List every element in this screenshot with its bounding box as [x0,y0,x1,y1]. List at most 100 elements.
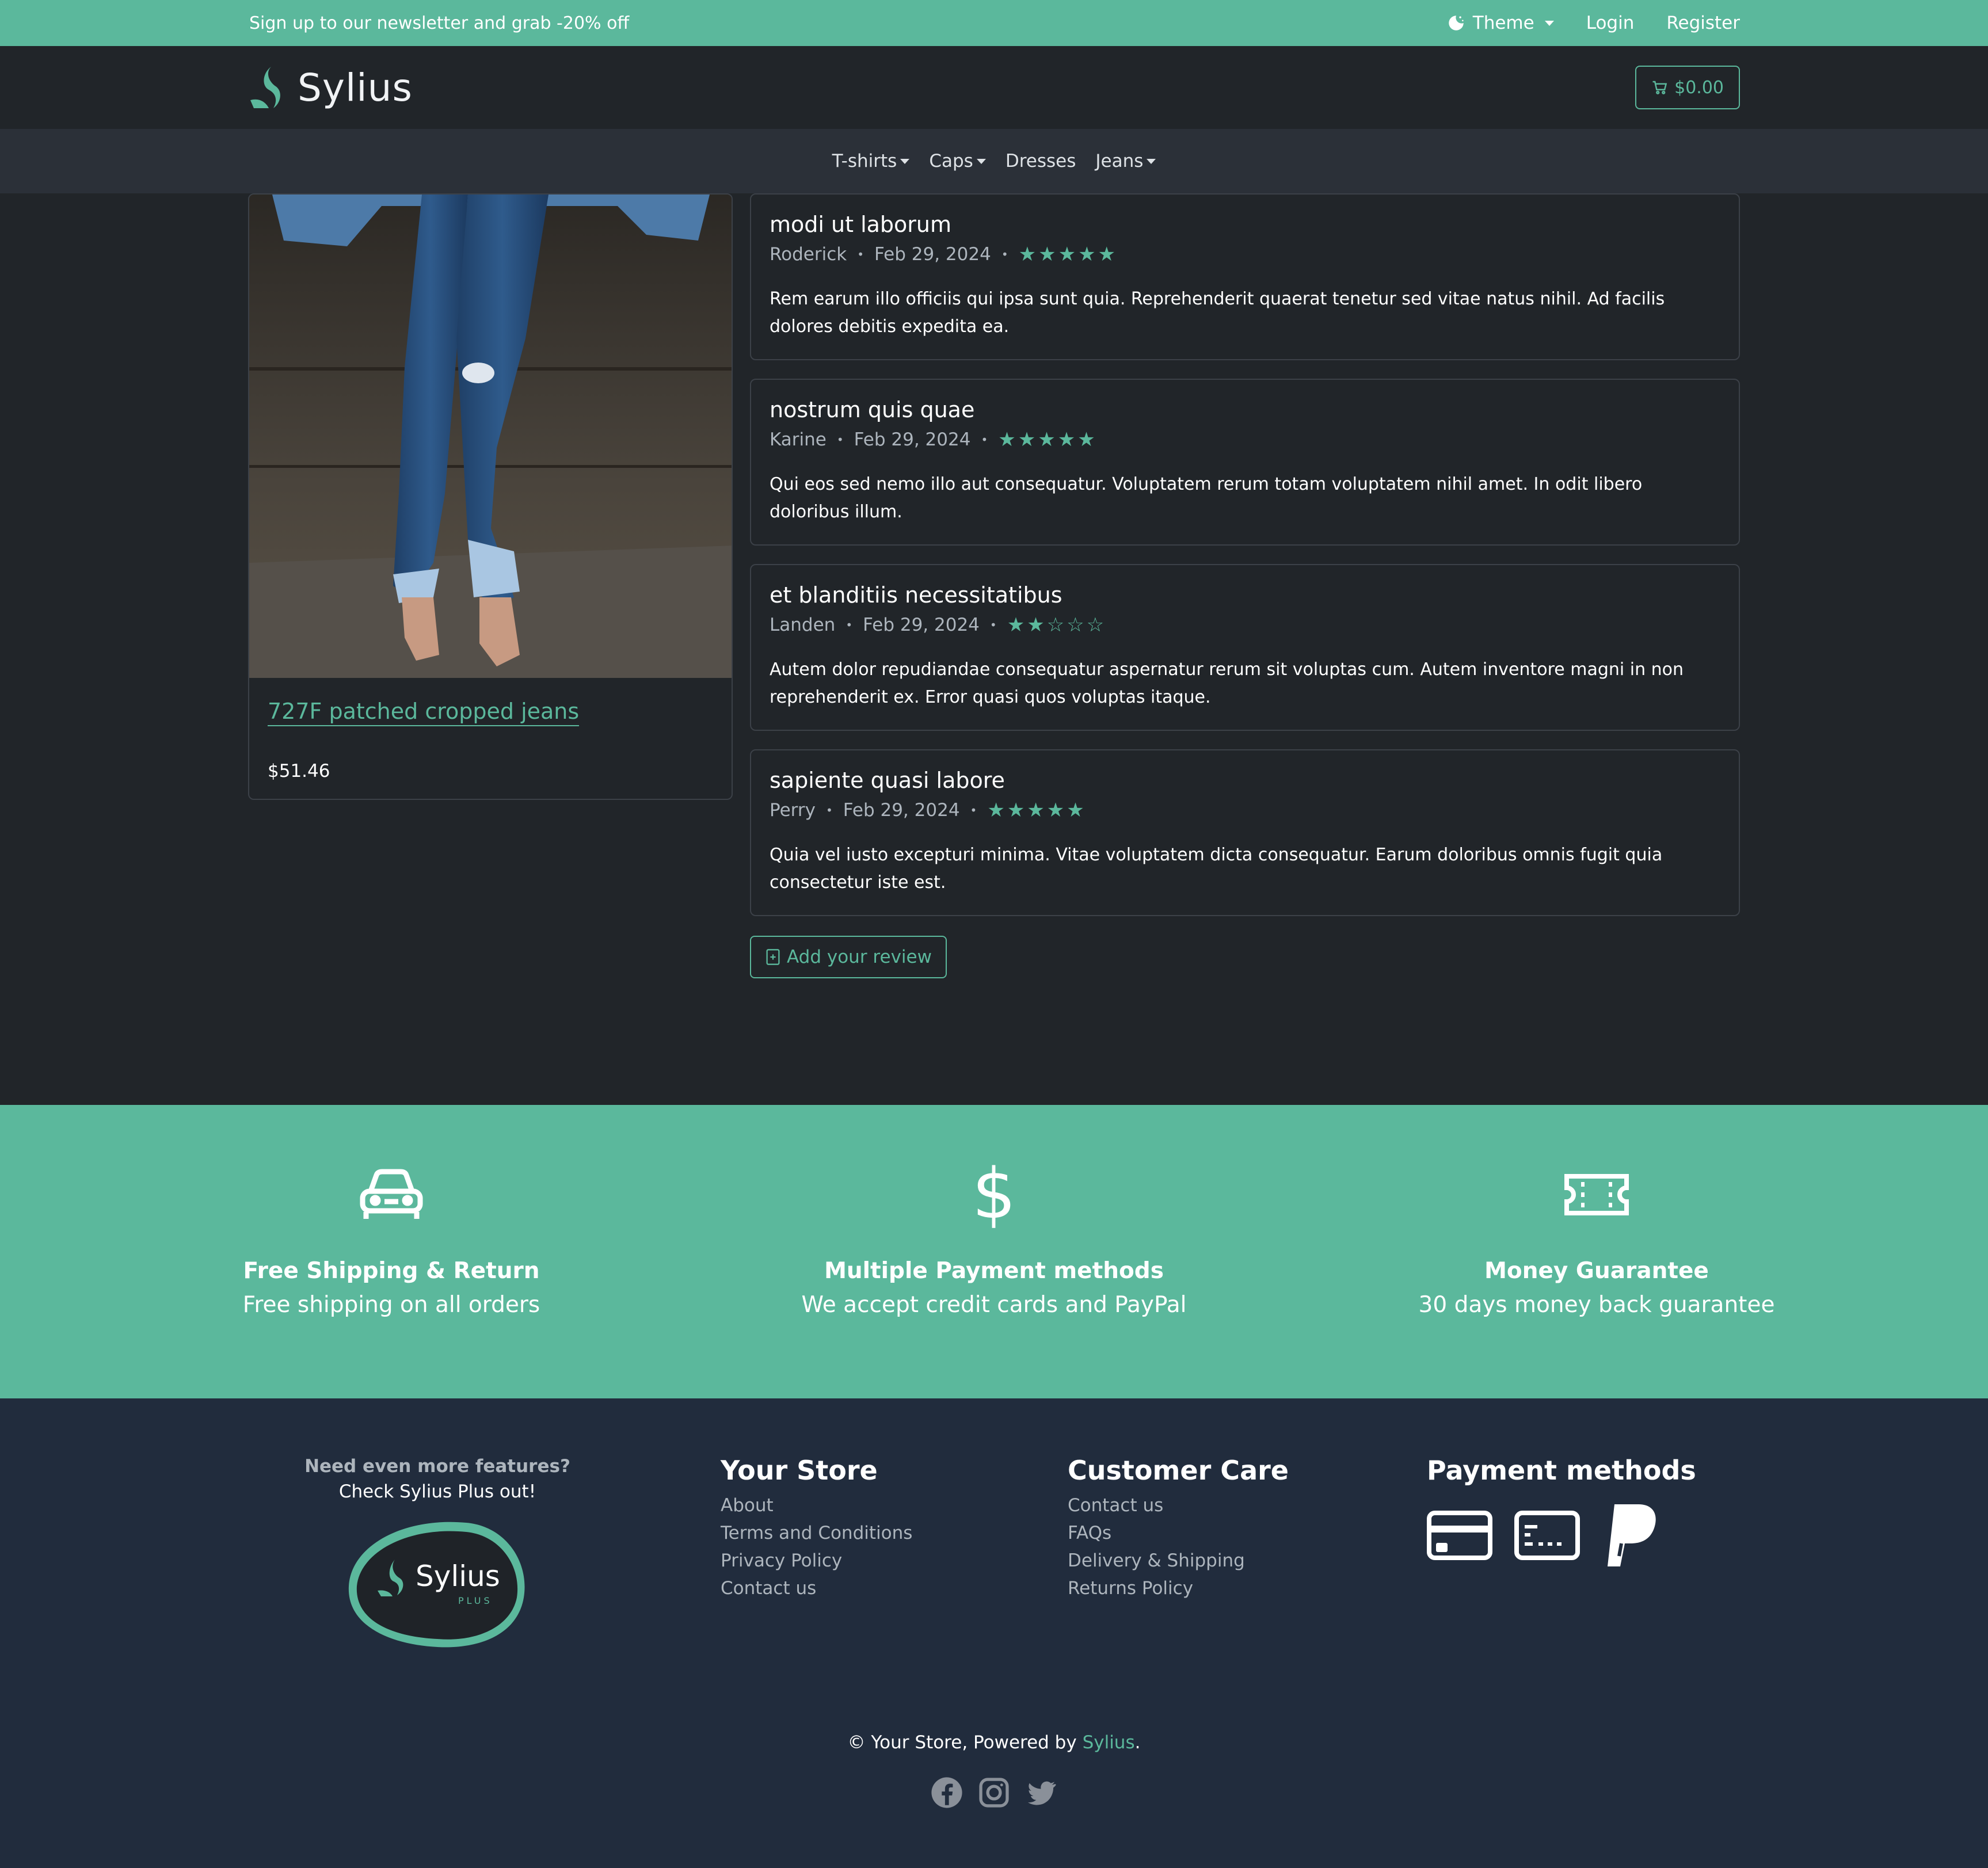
add-review-label: Add your review [787,947,932,967]
separator-dot: • [1001,247,1008,261]
footer-link-about[interactable]: About [721,1492,912,1519]
star-filled-icon: ★ [1018,243,1037,266]
star-filled-icon: ★ [1007,799,1025,822]
plus-need-text: Need even more features? [304,1456,570,1477]
plus-logo-text: Sylius [416,1560,500,1593]
footer-your-store: Your Store About Terms and Conditions Pr… [721,1455,912,1602]
facebook-icon[interactable] [930,1776,963,1809]
review-date: Feb 29, 2024 [843,800,960,821]
jeans-photo [249,195,732,678]
nav-item-caps[interactable]: Caps [929,151,986,171]
paypal-icon [1608,1504,1656,1566]
star-filled-icon: ★ [1007,613,1025,636]
review-title: sapiente quasi labore [770,768,1005,793]
footer-link-delivery[interactable]: Delivery & Shipping [1068,1547,1289,1575]
product-card: 727F patched cropped jeans $51.46 [248,193,733,800]
cart-button[interactable]: $0.00 [1635,66,1740,109]
plus-logo-sub: PLUS [458,1595,493,1606]
ticket-icon [1564,1174,1629,1215]
top-bar: Sign up to our newsletter and grab -20% … [0,0,1988,46]
review-date: Feb 29, 2024 [874,244,991,265]
separator-dot: • [836,433,844,447]
chevron-down-icon [1147,158,1156,164]
star-filled-icon: ★ [1038,428,1056,451]
review-body: Qui eos sed nemo illo aut consequatur. V… [770,474,1643,522]
product-image[interactable] [249,195,732,678]
site-header: Sylius $0.00 [0,46,1988,129]
separator-dot: • [825,803,833,817]
review-date: Feb 29, 2024 [863,615,980,635]
star-empty-icon: ☆ [1046,613,1065,636]
footer-heading: Your Store [721,1455,878,1486]
sylius-logo-icon [250,67,280,108]
star-filled-icon: ★ [1027,799,1045,822]
nav-item-label: Caps [929,151,973,171]
site-footer: Need even more features? Check Sylius Pl… [0,1398,1988,1868]
main-nav: T-shirts Caps Dresses Jeans [0,129,1988,193]
main-content: 727F patched cropped jeans $51.46 modi u… [248,193,1740,1105]
moon-icon [1449,16,1464,31]
feature-title: Multiple Payment methods [824,1258,1164,1284]
footer-link-faqs[interactable]: FAQs [1068,1519,1289,1547]
review-card: sapiente quasi labore Perry • Feb 29, 202… [750,749,1740,916]
car-icon [360,1169,423,1219]
review-title: modi ut laborum [770,212,952,237]
star-rating: ★ ★ ★ ★ ★ [987,799,1084,822]
separator-dot: • [846,618,853,632]
footer-link-privacy[interactable]: Privacy Policy [721,1547,912,1575]
theme-dropdown[interactable]: Theme [1446,13,1554,33]
footer-link-contact[interactable]: Contact us [721,1575,912,1602]
social-links [0,1776,1988,1809]
nav-item-tshirts[interactable]: T-shirts [832,151,910,171]
features-band: Free Shipping & Return Free shipping on … [0,1105,1988,1398]
review-body: Autem dolor repudiandae consequatur aspe… [770,659,1684,707]
site-logo[interactable]: Sylius [248,64,413,110]
sylius-link[interactable]: Sylius [1083,1732,1135,1753]
star-rating: ★ ★ ★ ★ ★ [998,428,1095,451]
credit-card-icon [1427,1511,1492,1560]
feature-desc: 30 days money back guarantee [1418,1292,1775,1318]
star-empty-icon: ☆ [1086,613,1105,636]
star-empty-icon: ☆ [1067,613,1084,636]
star-filled-icon: ★ [987,799,1005,822]
star-filled-icon: ★ [1098,243,1116,266]
chevron-down-icon [976,158,986,164]
separator-dot: • [981,433,988,447]
newsletter-promo[interactable]: Sign up to our newsletter and grab -20% … [248,13,629,33]
add-document-icon [766,949,780,965]
dollar-icon: $ [972,1154,1016,1234]
instagram-icon[interactable] [977,1776,1011,1809]
chevron-down-icon [1544,20,1554,26]
feature-title: Free Shipping & Return [243,1258,540,1284]
separator-dot: • [857,247,864,261]
review-card: et blanditiis necessitatibus Landen • Feb… [750,564,1740,731]
product-price: $51.46 [268,761,330,781]
star-rating: ★ ★ ★ ★ ★ [1019,243,1115,266]
star-filled-icon: ★ [1078,243,1096,266]
plus-check-link[interactable]: Check Sylius Plus out! [299,1481,576,1502]
footer-link-contact[interactable]: Contact us [1068,1492,1289,1519]
review-author: Karine [770,429,827,450]
add-review-button[interactable]: Add your review [750,936,947,978]
separator-dot: • [970,803,977,817]
footer-link-returns[interactable]: Returns Policy [1068,1575,1289,1602]
footer-link-terms[interactable]: Terms and Conditions [721,1519,912,1547]
chevron-down-icon [900,158,910,164]
login-link[interactable]: Login [1586,13,1635,33]
star-filled-icon: ★ [1046,799,1065,822]
sylius-plus-logo[interactable]: Sylius PLUS [340,1511,535,1655]
star-filled-icon: ★ [1018,428,1036,451]
review-card: modi ut laborum Roderick • Feb 29, 2024 • … [750,193,1740,360]
twitter-icon[interactable] [1025,1776,1058,1809]
nav-item-dresses[interactable]: Dresses [1006,151,1076,171]
feature-shipping: Free Shipping & Return Free shipping on … [190,1105,593,1318]
sylius-plus-promo: Need even more features? Check Sylius Pl… [299,1456,576,1655]
register-link[interactable]: Register [1666,13,1740,33]
reviews-list: modi ut laborum Roderick • Feb 29, 2024 • … [750,193,1740,935]
feature-title: Money Guarantee [1484,1258,1709,1284]
nav-item-jeans[interactable]: Jeans [1095,151,1156,171]
feature-payment: $ Multiple Payment methods We accept cre… [793,1105,1195,1318]
product-name-link[interactable]: 727F patched cropped jeans [268,699,580,726]
footer-heading: Payment methods [1427,1455,1696,1486]
nav-item-label: Jeans [1095,151,1144,171]
